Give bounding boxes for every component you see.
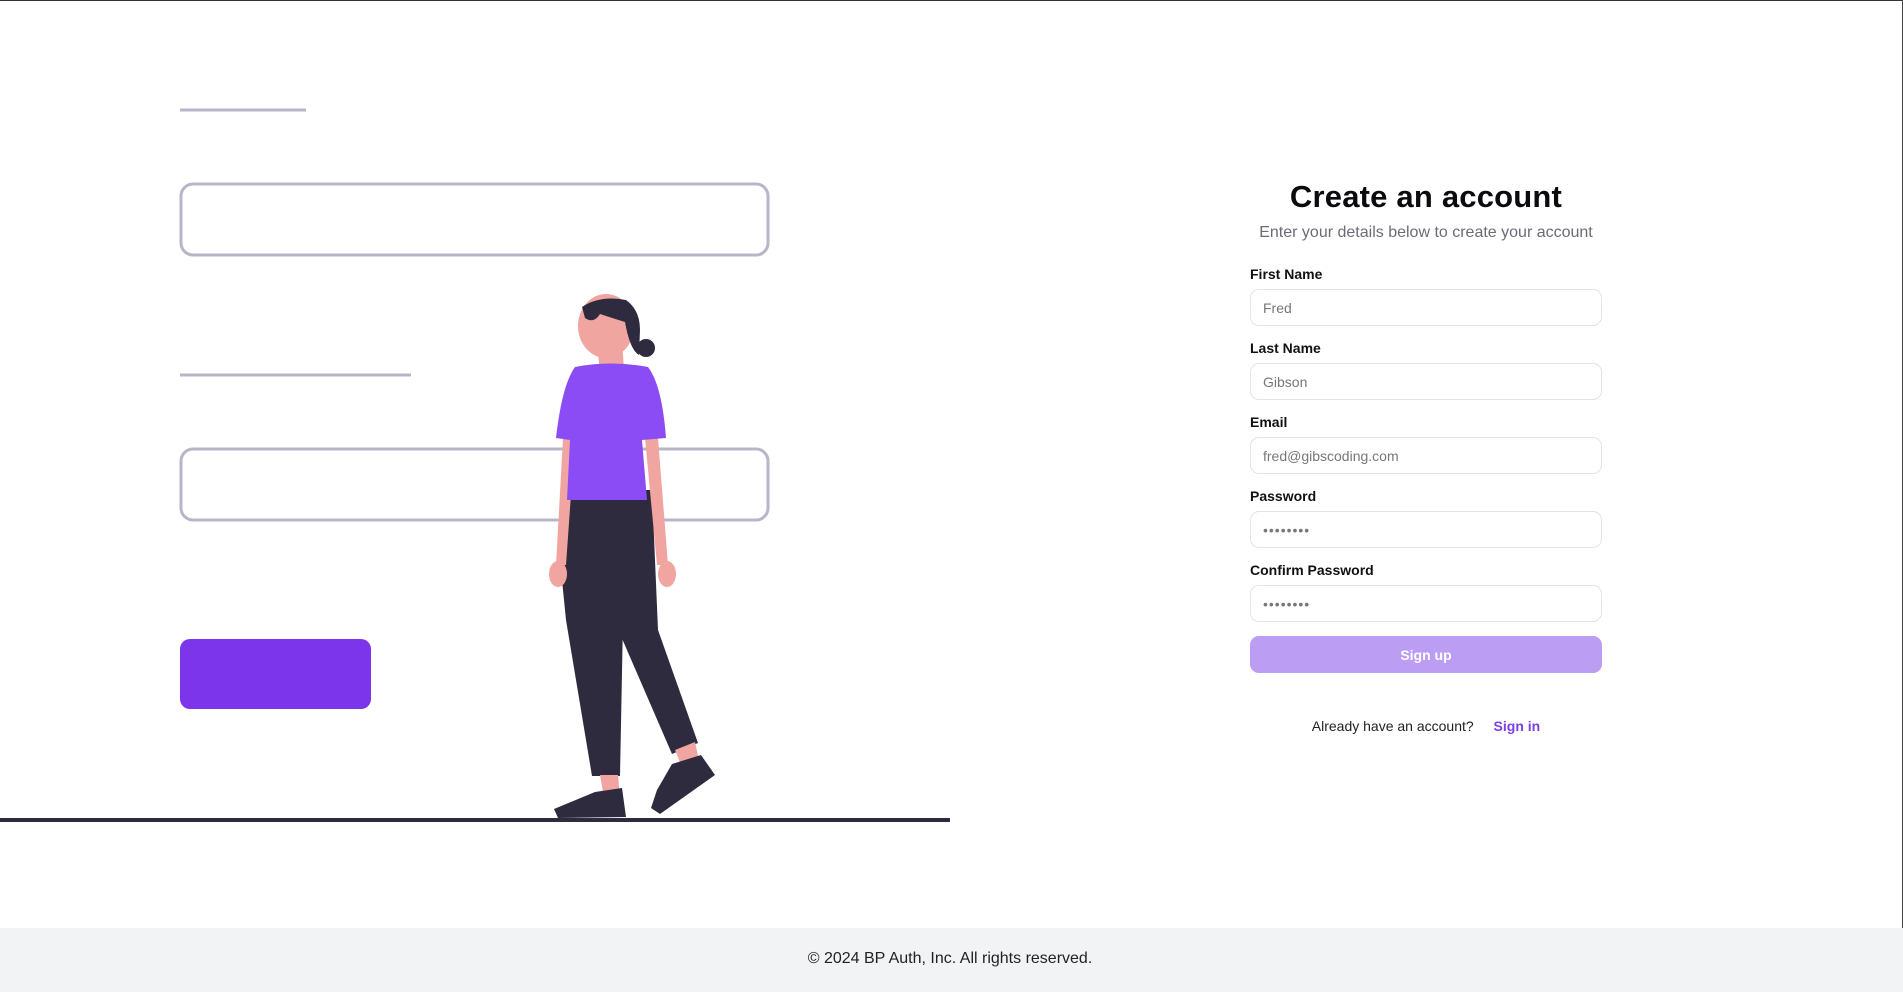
form-subtitle: Enter your details below to create your … [1259, 224, 1593, 241]
signin-prompt: Already have an account? [1311, 718, 1474, 734]
last-name-label: Last Name [1250, 340, 1321, 356]
sign-up-button[interactable]: Sign up [1250, 636, 1602, 673]
footer: © 2024 BP Auth, Inc. All rights reserved… [0, 928, 1903, 992]
password-input[interactable] [1250, 511, 1602, 548]
signup-form-panel: Create an account Enter your details bel… [1250, 177, 1602, 734]
last-name-input[interactable] [1250, 363, 1602, 400]
confirm-password-field: Confirm Password [1250, 562, 1602, 622]
first-name-field: First Name [1250, 266, 1602, 326]
email-field: Email [1250, 414, 1602, 474]
first-name-label: First Name [1250, 266, 1323, 282]
person-figure [549, 294, 715, 818]
signin-row: Already have an account? Sign in [1250, 718, 1602, 734]
last-name-field: Last Name [1250, 340, 1602, 400]
sign-in-link[interactable]: Sign in [1494, 718, 1541, 734]
illustration-svg [0, 108, 950, 822]
footer-copyright: © 2024 BP Auth, Inc. All rights reserved… [807, 950, 1093, 967]
password-field: Password [1250, 488, 1602, 548]
signup-illustration [0, 60, 960, 830]
email-label: Email [1250, 414, 1288, 430]
password-label: Password [1250, 488, 1317, 504]
top-border [0, 0, 1903, 1]
first-name-input[interactable] [1250, 289, 1602, 326]
form-title: Create an account [1289, 179, 1563, 214]
confirm-password-label: Confirm Password [1250, 562, 1374, 578]
mock-submit-button [180, 639, 371, 709]
mock-input-box-2 [179, 447, 770, 522]
mock-input-box-1 [179, 182, 770, 257]
email-input[interactable] [1250, 437, 1602, 474]
confirm-password-input[interactable] [1250, 585, 1602, 622]
